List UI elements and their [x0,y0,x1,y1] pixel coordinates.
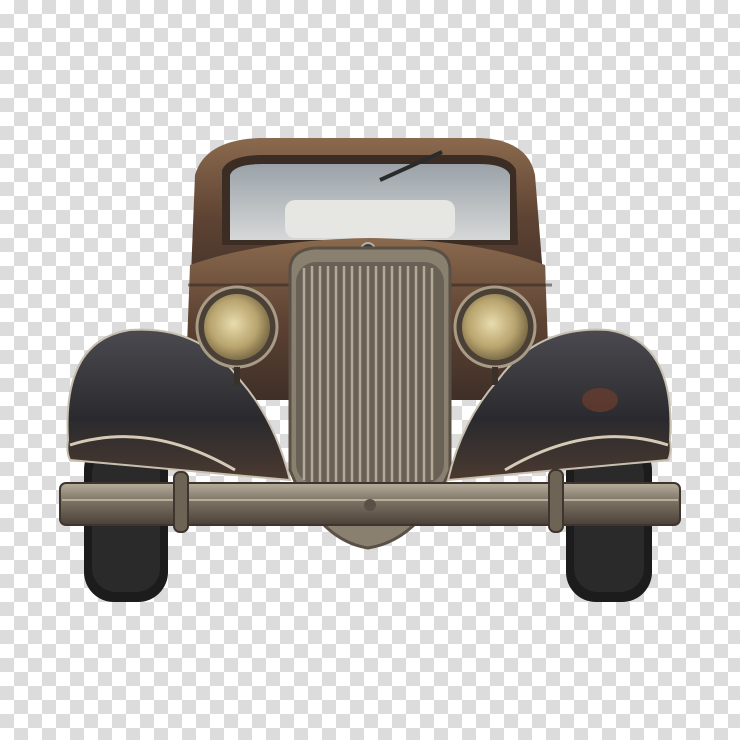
seat-back [285,200,455,238]
transparency-checkerboard-background [0,0,740,740]
right-bumper-guard [548,469,564,533]
left-bumper-guard [173,471,189,533]
vintage-car-illustration [59,138,681,602]
